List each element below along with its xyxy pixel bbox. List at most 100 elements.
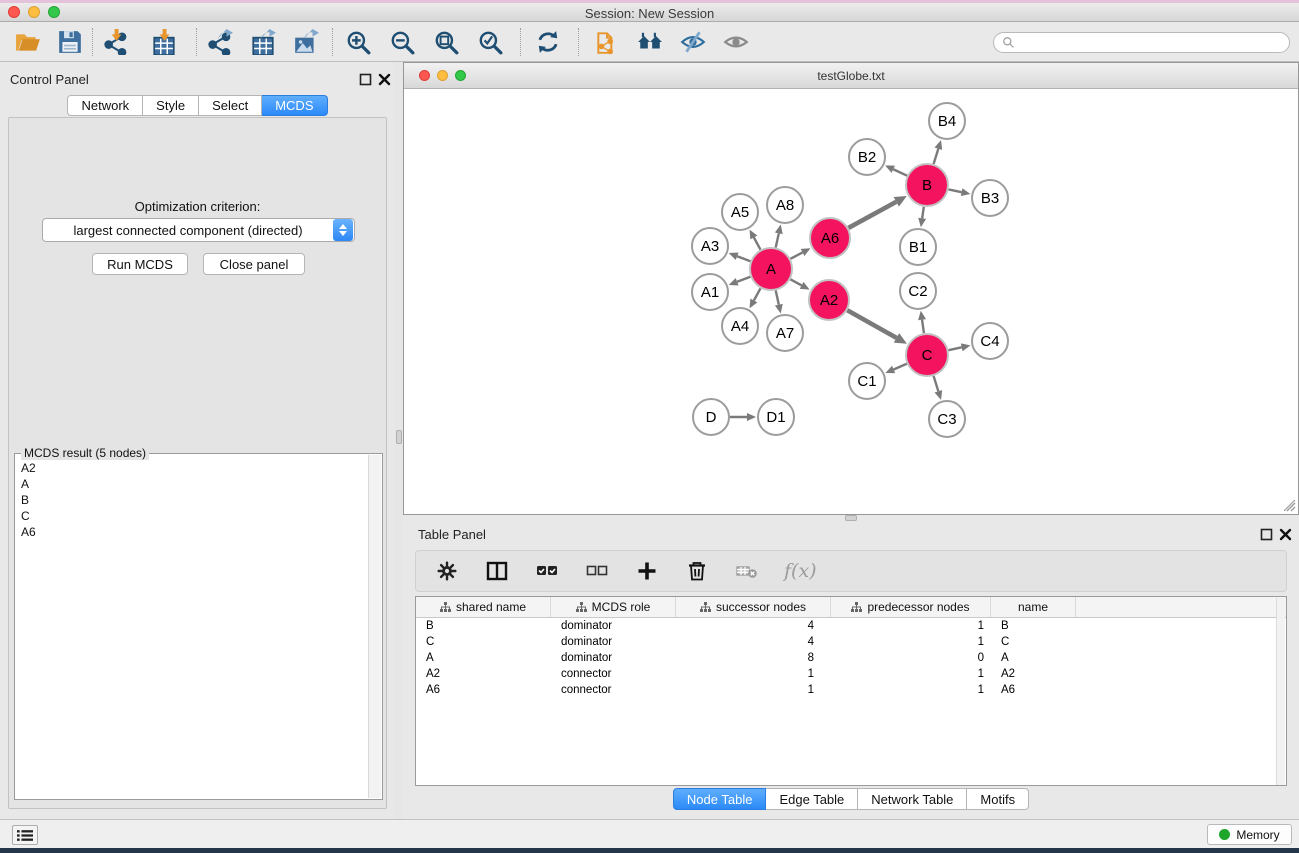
graph-node-D[interactable]: D — [693, 399, 729, 435]
save-session-icon[interactable] — [56, 28, 84, 56]
close-panel-icon[interactable] — [378, 73, 391, 86]
table-cell[interactable]: dominator — [551, 618, 676, 634]
tab-select[interactable]: Select — [199, 95, 262, 116]
graph-node-A6[interactable]: A6 — [810, 218, 850, 258]
table-cell[interactable]: 8 — [676, 650, 831, 666]
table-cell[interactable]: 1 — [831, 618, 991, 634]
home-icon[interactable] — [636, 28, 664, 56]
hide-graphics-details-icon[interactable] — [679, 28, 707, 56]
graph-node-A4[interactable]: A4 — [722, 308, 758, 344]
table-cell[interactable]: A — [991, 650, 1076, 666]
criterion-dropdown[interactable]: largest connected component (directed) — [42, 218, 355, 242]
edge-A-A7[interactable] — [776, 290, 779, 304]
graph-node-C4[interactable]: C4 — [972, 323, 1008, 359]
column-header-predecessor-nodes[interactable]: predecessor nodes — [831, 597, 991, 617]
table-cell[interactable]: C — [416, 634, 551, 650]
network-graph-canvas[interactable]: B4B2BB3A5A8A6A3AB1A1A2C2A4A7C4CC1DD1C3 — [404, 89, 1298, 514]
tab-node-table[interactable]: Node Table — [673, 788, 767, 810]
edge-B-B2[interactable] — [893, 169, 907, 175]
close-panel-button[interactable]: Close panel — [203, 253, 305, 275]
table-row[interactable]: Bdominator41B — [416, 618, 1286, 634]
node-table-scrollbar[interactable] — [1276, 598, 1285, 785]
graph-node-A7[interactable]: A7 — [767, 315, 803, 351]
table-row[interactable]: A6connector11A6 — [416, 682, 1286, 698]
graph-node-B1[interactable]: B1 — [900, 229, 936, 265]
graph-node-B2[interactable]: B2 — [849, 139, 885, 175]
edge-C-C2[interactable] — [922, 320, 924, 333]
tab-mcds[interactable]: MCDS — [262, 95, 327, 116]
select-all-icon[interactable] — [534, 559, 560, 583]
mcds-list-scrollbar[interactable] — [368, 455, 381, 798]
mcds-result-item[interactable]: A2 — [21, 460, 368, 476]
graph-node-C2[interactable]: C2 — [900, 273, 936, 309]
split-view-icon[interactable] — [484, 559, 510, 583]
table-cell[interactable]: B — [991, 618, 1076, 634]
edge-A-A2[interactable] — [790, 279, 801, 285]
show-graphics-details-icon[interactable] — [722, 28, 750, 56]
task-history-button[interactable] — [12, 825, 38, 845]
add-column-icon[interactable] — [634, 559, 660, 583]
mcds-result-item[interactable]: B — [21, 492, 368, 508]
edge-B-B1[interactable] — [922, 207, 924, 219]
tab-edge-table[interactable]: Edge Table — [766, 788, 858, 810]
horizontal-divider-grip[interactable] — [845, 515, 857, 521]
mcds-result-item[interactable]: A6 — [21, 524, 368, 540]
table-cell[interactable]: 4 — [676, 618, 831, 634]
graph-node-D1[interactable]: D1 — [758, 399, 794, 435]
edge-B-B4[interactable] — [934, 149, 939, 164]
table-cell[interactable]: 1 — [831, 682, 991, 698]
graph-node-B3[interactable]: B3 — [972, 180, 1008, 216]
delete-column-icon[interactable] — [684, 559, 710, 583]
graph-node-C3[interactable]: C3 — [929, 401, 965, 437]
refresh-icon[interactable] — [534, 28, 562, 56]
graph-node-C[interactable]: C — [906, 334, 948, 376]
graph-node-A8[interactable]: A8 — [767, 187, 803, 223]
settings-icon[interactable] — [434, 559, 460, 583]
edge-A2-C[interactable] — [847, 310, 896, 338]
column-header-name[interactable]: name — [991, 597, 1076, 617]
table-cell[interactable]: 1 — [831, 634, 991, 650]
tab-motifs[interactable]: Motifs — [967, 788, 1029, 810]
export-image-icon[interactable] — [292, 28, 320, 56]
table-cell[interactable]: A2 — [991, 666, 1076, 682]
float-panel-icon[interactable] — [359, 73, 372, 86]
table-cell[interactable]: 4 — [676, 634, 831, 650]
deselect-all-icon[interactable] — [584, 559, 610, 583]
graph-node-A1[interactable]: A1 — [692, 274, 728, 310]
float-table-panel-icon[interactable] — [1260, 528, 1273, 541]
zoom-fit-icon[interactable] — [432, 28, 460, 56]
table-cell[interactable]: 1 — [831, 666, 991, 682]
table-cell[interactable]: 1 — [676, 666, 831, 682]
mcds-result-item[interactable]: C — [21, 508, 368, 524]
table-cell[interactable]: 1 — [676, 682, 831, 698]
table-cell[interactable]: dominator — [551, 634, 676, 650]
tab-network-table[interactable]: Network Table — [858, 788, 967, 810]
column-header-MCDS-role[interactable]: MCDS role — [551, 597, 676, 617]
edge-A-A4[interactable] — [754, 288, 761, 300]
tab-style[interactable]: Style — [143, 95, 199, 116]
edge-C-C1[interactable] — [894, 364, 907, 370]
edge-A6-B[interactable] — [848, 202, 896, 228]
zoom-in-icon[interactable] — [344, 28, 372, 56]
open-file-icon[interactable] — [14, 28, 42, 56]
search-input[interactable] — [1020, 36, 1281, 50]
table-cell[interactable]: C — [991, 634, 1076, 650]
graph-node-B[interactable]: B — [906, 164, 948, 206]
zoom-selected-icon[interactable] — [476, 28, 504, 56]
edge-C-C3[interactable] — [934, 376, 939, 391]
import-network-icon[interactable] — [102, 28, 130, 56]
table-row[interactable]: Adominator80A — [416, 650, 1286, 666]
network-window-titlebar[interactable]: testGlobe.txt — [404, 63, 1298, 89]
tab-network[interactable]: Network — [67, 95, 143, 116]
graph-node-C1[interactable]: C1 — [849, 363, 885, 399]
graph-node-A[interactable]: A — [750, 248, 792, 290]
table-cell[interactable]: A6 — [416, 682, 551, 698]
edge-A-A3[interactable] — [737, 256, 750, 261]
edge-B-B3[interactable] — [949, 189, 962, 192]
table-row[interactable]: Cdominator41C — [416, 634, 1286, 650]
table-cell[interactable]: A6 — [991, 682, 1076, 698]
column-header-shared-name[interactable]: shared name — [416, 597, 551, 617]
export-table-icon[interactable] — [249, 28, 277, 56]
zoom-out-icon[interactable] — [388, 28, 416, 56]
export-network-icon[interactable] — [206, 28, 234, 56]
